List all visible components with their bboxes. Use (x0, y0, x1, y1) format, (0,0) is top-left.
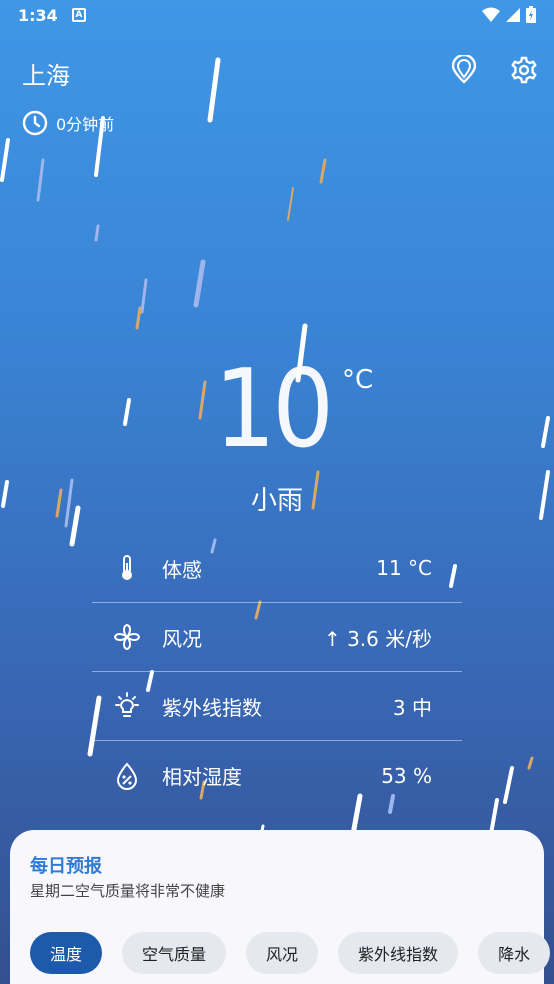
last-updated: 0分钟前 (22, 110, 114, 136)
temperature-value: 10 (214, 347, 334, 472)
location-pin-icon (451, 55, 477, 84)
clock-icon (22, 110, 48, 136)
tab-wind[interactable]: 风况 (246, 932, 319, 974)
notification-icon: A (71, 8, 86, 22)
daily-forecast-sheet[interactable]: 每日预报 星期二空气质量将非常不健康 温度 空气质量 风况 紫外线指数 降水 (10, 830, 551, 984)
location-button[interactable] (448, 54, 480, 86)
forecast-title: 每日预报 (30, 856, 102, 877)
current-temperature: 10 °C (0, 355, 554, 465)
detail-label: 相对湿度 (162, 765, 242, 789)
signal-icon (506, 7, 520, 22)
detail-value: 53 % (381, 763, 432, 788)
tab-uv-index[interactable]: 紫外线指数 (338, 932, 459, 974)
status-bar: 1:34 A (0, 0, 554, 30)
settings-button[interactable] (508, 54, 540, 86)
top-bar: 上海 (0, 52, 554, 92)
detail-value: 3 中 (392, 695, 432, 720)
temperature-unit: °C (342, 365, 374, 395)
uv-bulb-icon (115, 692, 139, 717)
thermometer-icon (122, 555, 132, 580)
tab-temperature[interactable]: 温度 (30, 932, 103, 974)
detail-label: 体感 (162, 557, 202, 582)
detail-value: 11 °C (376, 556, 432, 580)
city-name[interactable]: 上海 (22, 56, 70, 91)
detail-row-humidity: 相对湿度 53 % (92, 741, 462, 810)
fan-icon (113, 623, 141, 651)
detail-label: 紫外线指数 (162, 695, 262, 720)
forecast-subtitle: 星期二空气质量将非常不健康 (30, 882, 226, 900)
detail-row-wind: 风况 ↑ 3.6 米/秒 (92, 603, 462, 672)
tab-precipitation[interactable]: 降水 (478, 932, 551, 974)
detail-label: 风况 (162, 626, 202, 651)
tab-air-quality[interactable]: 空气质量 (122, 932, 227, 974)
detail-row-feels-like: 体感 11 °C (92, 534, 462, 603)
wifi-icon (482, 7, 500, 22)
updated-text: 0分钟前 (56, 115, 115, 134)
weather-details: 体感 11 °C 风况 ↑ 3.6 米/秒 紫外线指数 3 中 相对湿度 53 … (92, 534, 462, 810)
status-time: 1:34 (18, 5, 58, 25)
detail-value: ↑ 3.6 米/秒 (323, 626, 432, 651)
battery-icon (526, 6, 536, 23)
humidity-icon (116, 762, 138, 790)
detail-row-uv: 紫外线指数 3 中 (92, 672, 462, 741)
weather-condition: 小雨 (250, 486, 303, 516)
gear-icon (511, 56, 537, 84)
forecast-tabs: 温度 空气质量 风况 紫外线指数 降水 (30, 932, 551, 974)
